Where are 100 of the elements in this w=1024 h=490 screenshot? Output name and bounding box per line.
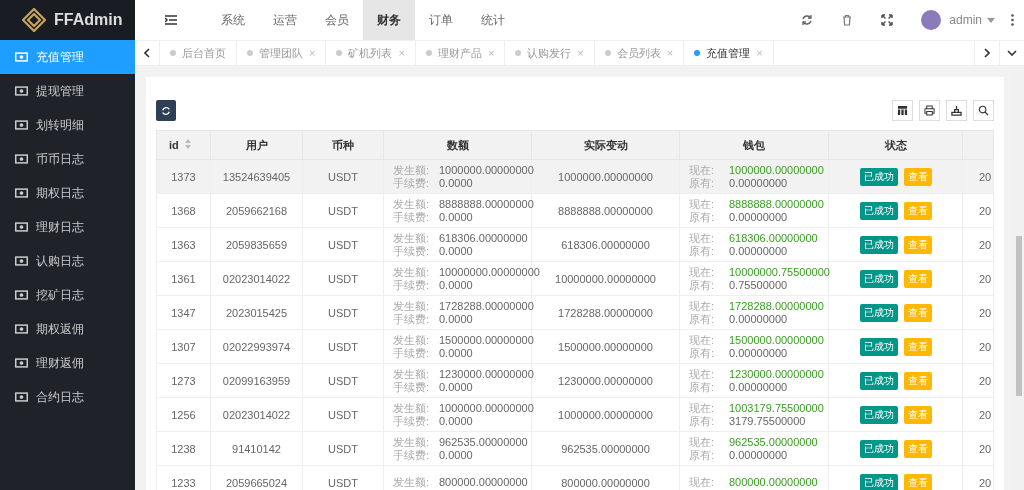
page-tab[interactable]: 充值管理 × — [684, 41, 774, 65]
field-label: 现在: — [689, 231, 716, 245]
sidebar-item[interactable]: 理财日志 — [0, 210, 135, 244]
nav-tab[interactable]: 订单 — [415, 0, 467, 40]
table-cell: 91410142 — [210, 431, 303, 466]
field-label: 原有: — [689, 210, 716, 224]
field-label: 手续费: — [393, 210, 431, 224]
amount-value: 1230000.00000000 — [439, 367, 534, 380]
table-row[interactable]: 1361 02023014022 USDT 发生额: 10000000.00000000 手续费: 0.0000 10000000.00000000 现在: 10000000.75500000 原有: 0.75500000 已成功 查看 20 — [156, 261, 994, 296]
more-icon[interactable] — [1011, 14, 1014, 26]
nav-tab[interactable]: 运营 — [259, 0, 311, 40]
table-cell: 1256 — [156, 397, 211, 432]
sidebar-item[interactable]: 期权日志 — [0, 176, 135, 210]
sidebar-item[interactable]: 期权返佣 — [0, 312, 135, 346]
money-icon — [15, 52, 28, 62]
table-cell: 02022993974 — [210, 329, 303, 364]
fullscreen-icon[interactable] — [881, 14, 894, 26]
sidebar-item[interactable]: 划转明细 — [0, 108, 135, 142]
field-label: 发生额: — [393, 197, 431, 211]
money-icon — [15, 358, 28, 368]
sidebar-item[interactable]: 理财返佣 — [0, 346, 135, 380]
money-icon — [15, 222, 28, 232]
table-cell: USDT — [302, 295, 384, 330]
table-cell: 02099163959 — [210, 363, 303, 398]
status-badge: 已成功 — [859, 201, 898, 220]
chevron-right-icon — [984, 48, 990, 58]
sidebar-item[interactable]: 认购日志 — [0, 244, 135, 278]
amount-value: 1728288.00000000 — [439, 299, 534, 312]
field-label: 发生额: — [393, 265, 431, 279]
field-label: 手续费: — [393, 346, 431, 360]
table-cell: USDT — [302, 227, 384, 262]
money-icon — [15, 154, 28, 164]
user-name[interactable]: admin — [949, 13, 982, 27]
field-label: 发生额: — [393, 435, 431, 449]
sidebar-item[interactable]: 币币日志 — [0, 142, 135, 176]
field-label: 手续费: — [393, 176, 431, 190]
sidebar-item[interactable]: 挖矿日志 — [0, 278, 135, 312]
amount-value: 1500000.00000000 — [439, 333, 534, 346]
sidebar-item[interactable]: 提现管理 — [0, 74, 135, 108]
print-button[interactable] — [919, 100, 940, 121]
menu-icon[interactable] — [165, 15, 177, 25]
balance-value: 0.00000000 — [729, 244, 788, 257]
columns-button[interactable] — [892, 100, 913, 121]
table-cell: USDT — [302, 431, 384, 466]
sidebar-item[interactable]: 合约日志 — [0, 380, 135, 414]
chevron-down-icon — [1007, 50, 1017, 56]
table-row[interactable]: 1238 91410142 USDT 发生额: 962535.00000000 手续费: 0.0000 962535.00000000 现在: 962535.00000000 原有: 0.00000000 已成功 查看 20 — [156, 431, 994, 466]
table-cell: USDT — [302, 329, 384, 364]
money-icon — [15, 256, 28, 266]
table-row[interactable]: 1368 2059662168 USDT 发生额: 8888888.00000000 手续费: 0.0000 8888888.00000000 现在: 8888888.00000000 原有: 0.00000000 已成功 查看 20 — [156, 193, 994, 228]
search-button[interactable] — [973, 100, 994, 121]
fee-value: 0.0000 — [439, 278, 473, 291]
nav-tab[interactable]: 统计 — [467, 0, 519, 40]
balance-value: 962535.00000000 — [729, 435, 818, 448]
field-label: 原有: — [689, 448, 716, 462]
field-label: 现在: — [689, 367, 716, 381]
table-cell: 1347 — [156, 295, 211, 330]
money-icon — [15, 120, 28, 130]
status-badge: 已成功 — [859, 269, 898, 288]
table-row[interactable]: 1233 2059665024 USDT 发生额: 800000.00000000 800000.00000000 现在: 800000.00000000 已成功 查看 20 — [156, 465, 994, 490]
nav-tab[interactable]: 系统 — [207, 0, 259, 40]
amount-value: 618306.00000000 — [439, 231, 528, 244]
export-button[interactable] — [946, 100, 967, 121]
field-label: 原有: — [689, 414, 716, 428]
balance-value: 800000.00000000 — [729, 476, 818, 488]
table-cell: 1361 — [156, 261, 211, 296]
table-cell: 1238 — [156, 431, 211, 466]
status-badge: 已成功 — [859, 405, 898, 424]
field-label: 手续费: — [393, 448, 431, 462]
nav-tab[interactable]: 会员 — [311, 0, 363, 40]
money-icon — [15, 86, 28, 96]
field-label: 现在: — [689, 197, 716, 211]
fee-value: 0.0000 — [439, 244, 473, 257]
balance-value: 0.00000000 — [729, 176, 788, 189]
table-cell: 1373 — [156, 159, 211, 194]
table-row[interactable]: 1363 2059835659 USDT 发生额: 618306.00000000 手续费: 0.0000 618306.00000000 现在: 618306.00000000 原有: 0.00000000 已成功 查看 20 — [156, 227, 994, 262]
field-label: 现在: — [689, 265, 716, 279]
balance-value: 0.00000000 — [729, 210, 788, 223]
trash-icon[interactable] — [841, 14, 854, 26]
field-label: 手续费: — [393, 278, 431, 292]
table-row[interactable]: 1307 02022993974 USDT 发生额: 1500000.00000000 手续费: 0.0000 1500000.00000000 现在: 1500000.00000000 原有: 0.00000000 已成功 查看 20 — [156, 329, 994, 364]
balance-value: 0.00000000 — [729, 448, 788, 461]
refresh-button[interactable] — [156, 100, 176, 121]
nav-tab[interactable]: 财务 — [363, 0, 415, 40]
avatar[interactable] — [921, 10, 942, 30]
column-header: id — [156, 130, 211, 160]
table-cell: USDT — [302, 159, 384, 194]
table-row[interactable]: 1256 02023014022 USDT 发生额: 1000000.00000000 手续费: 0.0000 1000000.00000000 现在: 1003179.75500000 原有: 3179.75500000 已成功 查看 20 — [156, 397, 994, 432]
field-label: 发生额: — [393, 333, 431, 347]
balance-value: 1500000.00000000 — [729, 333, 824, 346]
caret-icon[interactable] — [987, 17, 995, 23]
table-row[interactable]: 1373 13524639405 USDT 发生额: 1000000.00000000 手续费: 0.0000 1000000.00000000 现在: 1000000.00000000 原有: 0.00000000 已成功 查看 20 — [156, 159, 994, 194]
field-label: 手续费: — [393, 380, 431, 394]
refresh-icon[interactable] — [801, 14, 814, 26]
status-badge: 已成功 — [859, 439, 898, 458]
amount-value: 1000000.00000000 — [439, 163, 534, 176]
column-header: 钱包 — [679, 130, 829, 160]
table-row[interactable]: 1273 02099163959 USDT 发生额: 1230000.00000000 手续费: 0.0000 1230000.00000000 现在: 1230000.00000000 原有: 0.00000000 已成功 查看 20 — [156, 363, 994, 398]
table-row[interactable]: 1347 2023015425 USDT 发生额: 1728288.00000000 手续费: 0.0000 1728288.00000000 现在: 1728288.00000000 原有: 0.00000000 已成功 查看 20 — [156, 295, 994, 330]
balance-value: 0.75500000 — [729, 278, 788, 291]
